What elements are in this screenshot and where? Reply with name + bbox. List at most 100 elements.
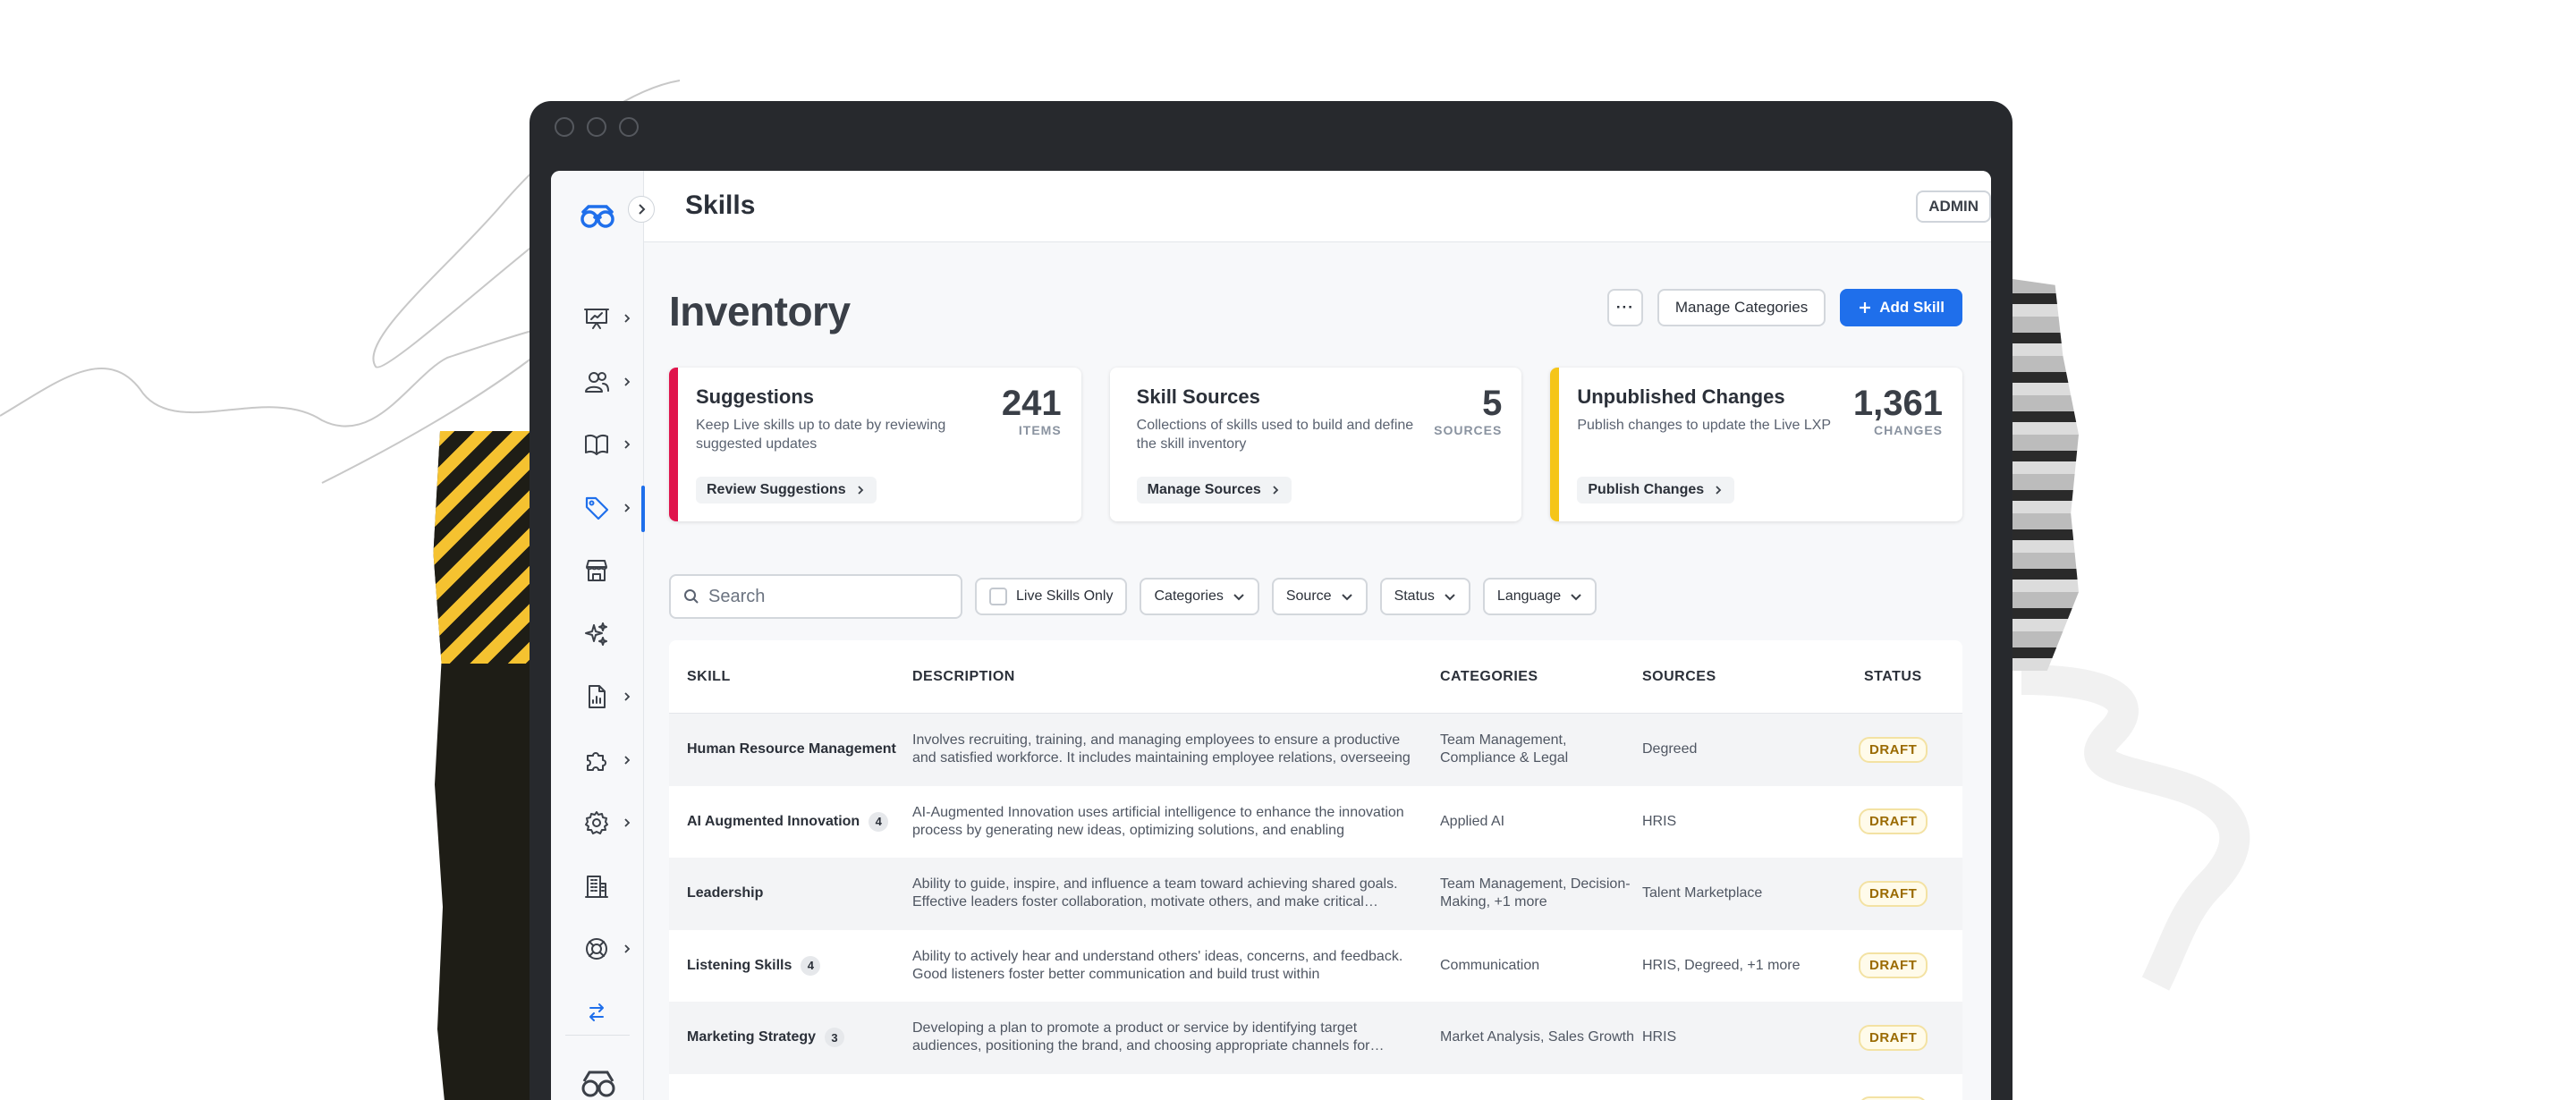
table-row[interactable]: Leadership Ability to guide, inspire, an… [669, 858, 1962, 930]
store-icon [586, 560, 607, 582]
skill-categories: Market Analysis, Sales Growth [1440, 1029, 1634, 1045]
sidebar-nav [551, 287, 645, 1044]
card-metric-value: 1,361 [1852, 384, 1944, 423]
table-row[interactable]: AI Augmented Innovation 4 AI-Augmented I… [669, 785, 1962, 858]
search-icon [684, 589, 699, 604]
summary-cards: Suggestions Keep Live skills up to date … [669, 368, 1963, 521]
categories-dropdown[interactable]: Categories [1140, 578, 1259, 615]
skill-name-cell[interactable]: AI Augmented Innovation 4 [687, 811, 912, 832]
table-row[interactable]: Meeting Facilitation The skill of guidin… [669, 1073, 1962, 1100]
skill-categories: Team Management, Compliance & Legal [1440, 732, 1569, 766]
chevron-right-icon [624, 944, 631, 953]
sidebar-item-reports[interactable] [551, 665, 644, 729]
card-action-link[interactable]: Review Suggestions [696, 477, 877, 503]
card-action-link[interactable]: Manage Sources [1136, 477, 1292, 503]
chevron-right-icon [857, 486, 863, 495]
skill-description: Ability to actively hear and understand … [912, 948, 1403, 982]
chevron-down-icon [1341, 594, 1352, 601]
chevron-right-icon [624, 503, 631, 512]
skill-count-badge: 3 [825, 1028, 845, 1048]
page-actions: ··· Manage Categories Add Skill [1606, 289, 1962, 326]
status-badge: DRAFT [1859, 808, 1928, 835]
chevron-right-icon [624, 314, 631, 323]
more-options-button[interactable]: ··· [1606, 289, 1643, 326]
chevron-down-icon [1233, 594, 1244, 601]
plus-icon [1860, 302, 1871, 313]
skill-name-cell[interactable]: Leadership [687, 885, 912, 901]
language-dropdown-label: Language [1496, 588, 1562, 604]
book-icon [585, 435, 608, 456]
puzzle-icon [587, 751, 606, 771]
card-metric-unit: SOURCES [1434, 423, 1503, 437]
user-avatar-icon[interactable] [580, 1065, 617, 1100]
sidebar-item-support[interactable] [551, 918, 644, 981]
card-metric: 5 SOURCES [1434, 385, 1502, 437]
main-content: Inventory ··· Manage Categories Add Skil… [644, 242, 1991, 1100]
sidebar-item-learning[interactable] [551, 413, 644, 477]
skill-sources: HRIS [1642, 813, 1677, 829]
skill-name-cell[interactable]: Human Resource Management [687, 741, 912, 757]
card-action-link[interactable]: Publish Changes [1577, 477, 1735, 503]
sidebar-item-organization[interactable] [551, 855, 644, 918]
role-badge: ADMIN [1916, 190, 1991, 223]
skill-name-cell[interactable]: Listening Skills 4 [687, 955, 912, 976]
sidebar-item-analytics[interactable] [551, 287, 644, 351]
sidebar-item-settings[interactable] [551, 791, 644, 855]
skill-categories: Applied AI [1440, 813, 1505, 829]
skill-description: Involves recruiting, training, and manag… [912, 732, 1411, 766]
sidebar-item-skills[interactable] [551, 477, 645, 540]
table-row[interactable]: Marketing Strategy 3 Developing a plan t… [669, 1002, 1962, 1074]
table-header: SKILL DESCRIPTION CATEGORIES SOURCES STA… [669, 640, 1962, 714]
language-dropdown[interactable]: Language [1482, 578, 1597, 615]
status-dropdown[interactable]: Status [1379, 578, 1470, 615]
skill-name-cell[interactable]: Marketing Strategy 3 [687, 1028, 912, 1048]
chevron-down-icon [1445, 594, 1455, 601]
sidebar-item-people[interactable] [551, 351, 644, 414]
live-skills-only-checkbox[interactable] [989, 588, 1007, 605]
table-row[interactable]: Listening Skills 4 Ability to actively h… [669, 929, 1962, 1002]
source-dropdown[interactable]: Source [1271, 578, 1368, 615]
window-dot-maximize[interactable] [619, 117, 639, 137]
skill-description: Developing a plan to promote a product o… [912, 1020, 1370, 1054]
sidebar-item-ai[interactable] [551, 603, 644, 666]
card-metric: 1,361 CHANGES [1853, 385, 1943, 437]
column-header-categories[interactable]: CATEGORIES [1440, 669, 1642, 685]
building-icon [585, 875, 608, 898]
search-input[interactable] [708, 586, 941, 607]
chevron-right-icon [624, 818, 631, 827]
status-dropdown-label: Status [1394, 588, 1435, 604]
sidebar-expand-button[interactable] [628, 196, 655, 223]
window-dot-close[interactable] [555, 117, 574, 137]
card-accent-bar [1109, 368, 1119, 521]
skill-sources: HRIS [1642, 1029, 1677, 1045]
skill-name: Leadership [687, 885, 764, 901]
chevron-right-icon [624, 440, 631, 449]
card-description: Keep Live skills up to date by reviewing… [696, 418, 946, 452]
manage-categories-button[interactable]: Manage Categories [1657, 289, 1826, 326]
column-header-description[interactable]: DESCRIPTION [912, 669, 1440, 685]
chevron-right-icon [624, 692, 631, 701]
skill-count-badge: 4 [801, 955, 821, 976]
device-frame: Skills ADMIN Inventory ··· Manage Catego… [530, 101, 2012, 1100]
card-description: Publish changes to update the Live LXP [1577, 418, 1832, 433]
window-dot-minimize[interactable] [587, 117, 606, 137]
column-header-status[interactable]: STATUS [1864, 669, 1962, 685]
live-skills-only-toggle[interactable]: Live Skills Only [975, 578, 1128, 615]
add-skill-button[interactable]: Add Skill [1840, 289, 1962, 326]
sidebar-item-marketplace[interactable] [551, 539, 644, 603]
search-box[interactable] [669, 574, 962, 619]
column-header-sources[interactable]: SOURCES [1642, 669, 1864, 685]
column-header-skill[interactable]: SKILL [669, 669, 912, 685]
lifebuoy-icon [586, 938, 607, 960]
skill-count-badge: 4 [869, 811, 889, 832]
card-description: Collections of skills used to build and … [1136, 418, 1414, 452]
status-badge: DRAFT [1859, 880, 1928, 907]
degreed-logo-icon[interactable] [580, 198, 615, 233]
gear-icon [585, 811, 608, 835]
sidebar-divider [565, 1035, 630, 1036]
status-badge: DRAFT [1859, 1024, 1928, 1051]
table-row[interactable]: Human Resource Management Involves recru… [669, 714, 1962, 786]
card-metric: 241 ITEMS [1002, 385, 1062, 437]
report-file-icon [589, 685, 606, 709]
sidebar-item-integrations[interactable] [551, 729, 644, 792]
